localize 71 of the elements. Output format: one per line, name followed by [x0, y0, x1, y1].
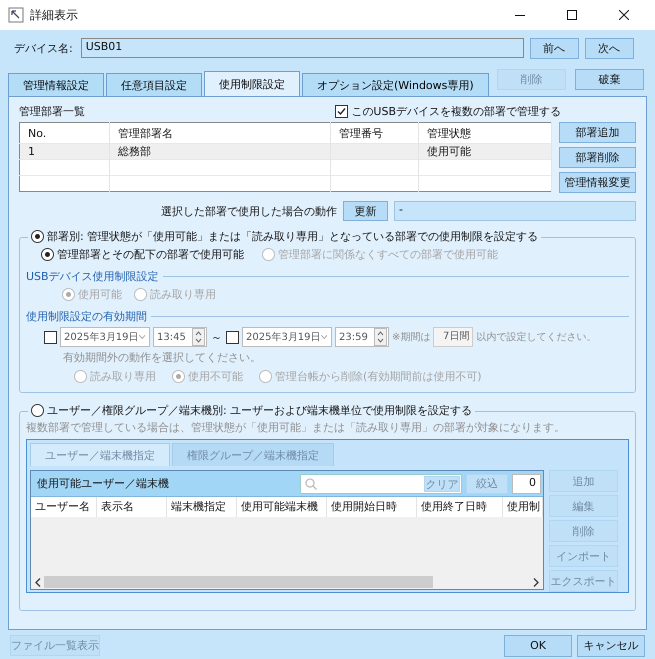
- app-icon: [8, 7, 24, 23]
- window-title: 詳細表示: [30, 6, 78, 24]
- checkbox[interactable]: [44, 330, 57, 344]
- action-button[interactable]: 破棄: [575, 69, 644, 90]
- date-picker[interactable]: 2025年3月19日: [242, 327, 332, 347]
- scroll-left-icon: [35, 578, 41, 586]
- time-spinner[interactable]: 23:59: [335, 327, 389, 347]
- tab[interactable]: オプション設定(Windows専用): [302, 73, 489, 96]
- table-cell: 総務部: [110, 144, 330, 160]
- tab[interactable]: 使用制限設定: [204, 71, 300, 96]
- column-header: 使用開始日時: [327, 497, 417, 517]
- radio-label: 読み取り専用: [150, 287, 216, 302]
- radio-button[interactable]: [31, 230, 44, 243]
- department-button[interactable]: 部署削除: [559, 147, 636, 168]
- nav-button[interactable]: 次へ: [584, 38, 634, 58]
- table-cell: 使用可能: [418, 144, 552, 160]
- days-field: 7日間: [433, 327, 474, 347]
- action-label: 選択した部署で使用した場合の動作: [160, 204, 337, 218]
- column-header: 使用終了日時: [417, 497, 503, 517]
- checkbox-label: このUSBデバイスを複数の部署で管理する: [351, 104, 561, 118]
- radio-label: 管理部署とその配下の部署で使用可能: [57, 247, 244, 262]
- tab[interactable]: 管理情報設定: [8, 73, 104, 96]
- ok-button[interactable]: OK: [504, 634, 572, 656]
- radio-label: 読み取り専用: [90, 369, 156, 384]
- column-header: 表示名: [97, 497, 167, 517]
- tab[interactable]: 任意項目設定: [106, 73, 202, 96]
- cancel-button[interactable]: キャンセル: [577, 634, 645, 656]
- radio-label: 管理台帳から削除(有効期間前は使用不可): [275, 369, 482, 384]
- range-separator: ～: [211, 330, 222, 344]
- table-row[interactable]: 1 総務部 使用可能: [20, 144, 552, 160]
- maximize-icon: [567, 10, 577, 20]
- section-title: 使用制限設定の有効期間: [26, 309, 147, 324]
- hint-text: 有効期間外の動作を選択してください。: [62, 350, 262, 365]
- period-note: 以内で設定してください。: [476, 330, 596, 344]
- scrollbar-thumb[interactable]: [44, 576, 433, 588]
- column-header: ユーザー名: [31, 497, 97, 517]
- radio-button[interactable]: [41, 248, 54, 261]
- spin-arrows-icon: [192, 328, 205, 346]
- chevron-down-icon: [138, 334, 145, 340]
- checkbox[interactable]: [226, 330, 239, 344]
- column-header: 端末機指定: [167, 497, 237, 517]
- table-cell: 1: [20, 144, 110, 160]
- scroll-right-icon: [533, 578, 539, 586]
- checkbox[interactable]: [335, 104, 348, 118]
- device-name-label: デバイス名:: [14, 40, 73, 56]
- radio-label: 使用可能: [78, 287, 122, 302]
- note-text: 複数部署で管理している場合は、管理状態が「使用可能」または「読み取り専用」の部署が対象になります。: [26, 420, 566, 435]
- radio-label: 使用不可能: [188, 369, 243, 384]
- chevron-down-icon: [320, 334, 327, 340]
- date-picker[interactable]: 2025年3月19日: [60, 327, 150, 347]
- spin-arrows-icon: [374, 328, 387, 346]
- time-spinner[interactable]: 13:45: [153, 327, 207, 347]
- search-icon: [305, 478, 317, 490]
- radio-label: ユーザー／権限グループ／端末機別: ユーザーおよび端末機単位で使用制限を設定する: [47, 403, 472, 418]
- column-header: 使用可能端末機: [237, 497, 327, 517]
- section-title: 管理部署一覧: [19, 104, 85, 118]
- close-icon: [619, 10, 629, 20]
- device-name-field[interactable]: USB01: [80, 38, 524, 58]
- department-button[interactable]: 部署追加: [559, 122, 636, 143]
- period-note: ※期間は: [392, 330, 430, 344]
- list-title: 使用可能ユーザー／端末機: [37, 476, 170, 491]
- radio-label: 部署別: 管理状態が「使用可能」または「読み取り専用」となっている部署での使用制限を設定する: [47, 229, 538, 244]
- section-title: USBデバイス使用制限設定: [26, 269, 159, 284]
- action-field: -: [394, 201, 636, 221]
- column-header: 使用制: [503, 497, 543, 517]
- update-button[interactable]: 更新: [343, 201, 388, 221]
- department-button[interactable]: 管理情報変更: [559, 172, 636, 193]
- radio-label: 管理部署に関係なくすべての部署で使用可能: [278, 247, 498, 262]
- radio-button[interactable]: [31, 404, 44, 417]
- count-field: 0: [512, 474, 541, 494]
- nav-button[interactable]: 前へ: [530, 38, 579, 58]
